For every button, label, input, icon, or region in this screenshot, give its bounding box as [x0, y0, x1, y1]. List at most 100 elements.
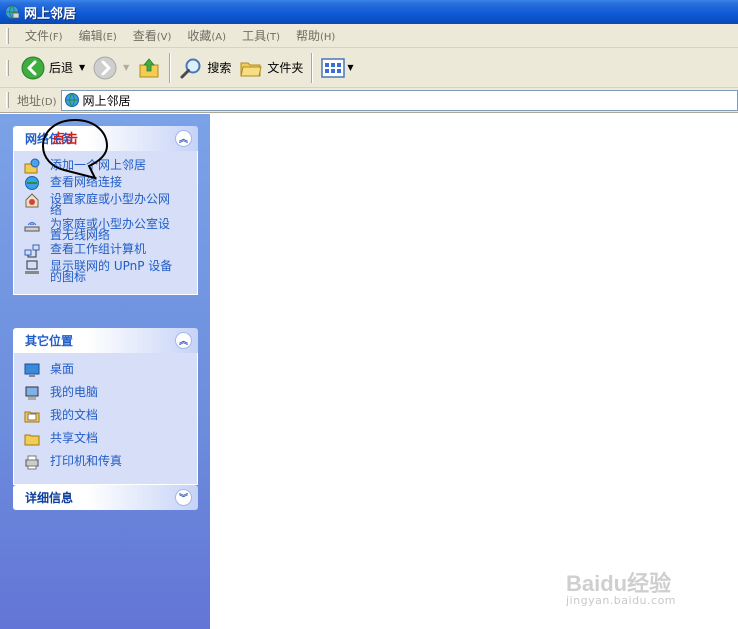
network-tasks-body: 添加一个网上邻居 查看网络连接 设置家庭或小型办公网络 为家庭或小型办公室设置无… [13, 151, 198, 295]
place-my-documents[interactable]: 我的文档 [24, 408, 197, 424]
menu-tools[interactable]: 工具(T) [234, 25, 288, 46]
back-dropdown-arrow-icon[interactable]: ▼ [79, 63, 85, 72]
desktop-icon [24, 363, 40, 377]
task-view-network-connections[interactable]: 查看网络连接 [24, 175, 197, 191]
other-places-body: 桌面 我的电脑 我的文档 共享文档 打印机和传真 [13, 353, 198, 485]
menu-view-label: 查看 [132, 29, 157, 43]
add-network-place-icon [24, 158, 40, 174]
upnp-devices-icon [25, 260, 39, 274]
forward-button[interactable]: ▼ [89, 51, 133, 85]
workgroup-computers-icon [24, 244, 40, 258]
place-label: 打印机和传真 [50, 454, 123, 468]
toolbar-separator [169, 52, 172, 83]
search-icon [180, 58, 201, 78]
menu-edit[interactable]: 编辑(E) [71, 25, 125, 46]
network-places-icon [64, 93, 79, 107]
address-value: 网上邻居 [82, 93, 131, 108]
network-tasks-header[interactable]: 网络任务 ︽ [13, 126, 198, 151]
details-panel: 详细信息 ︾ [13, 485, 198, 510]
back-arrow-icon [21, 56, 45, 79]
address-bar: 地址(D) 网上邻居 [0, 88, 738, 113]
up-button[interactable] [133, 51, 165, 85]
menu-tools-label: 工具 [242, 29, 267, 43]
menu-file-accel: (F) [49, 32, 63, 43]
callout-text: 点击 [52, 132, 79, 147]
task-add-network-place[interactable]: 添加一个网上邻居 [24, 158, 197, 174]
menu-edit-label: 编辑 [78, 29, 103, 43]
task-label: 为家庭或小型办公室设置无线网络 [50, 217, 171, 242]
toolbar: 后退 ▼ ▼ 搜索 文件夹 ▼ [0, 48, 738, 88]
place-label: 我的文档 [50, 408, 99, 422]
my-documents-icon [24, 411, 40, 423]
address-label-text: 地址 [17, 93, 42, 108]
menu-edit-accel: (E) [102, 32, 117, 43]
menu-favorites[interactable]: 收藏(A) [179, 25, 234, 46]
place-shared-documents[interactable]: 共享文档 [24, 431, 197, 447]
menu-tools-accel: (T) [266, 32, 280, 43]
folders-button-label: 文件夹 [267, 61, 304, 75]
address-input[interactable]: 网上邻居 [60, 89, 738, 111]
home-network-setup-icon [25, 193, 39, 208]
menu-view[interactable]: 查看(V) [125, 25, 180, 46]
place-printers-faxes[interactable]: 打印机和传真 [24, 454, 197, 470]
menu-file-label: 文件 [25, 29, 50, 43]
network-places-icon [5, 5, 20, 19]
collapse-chevron-icon[interactable]: ︽ [175, 332, 192, 349]
menu-favorites-accel: (A) [211, 32, 227, 43]
menu-help[interactable]: 帮助(H) [288, 25, 343, 46]
menu-file[interactable]: 文件(F) [17, 25, 71, 46]
place-label: 我的电脑 [50, 385, 99, 399]
toolbar-grip[interactable] [6, 59, 9, 76]
menu-help-label: 帮助 [296, 29, 321, 43]
menu-favorites-label: 收藏 [187, 29, 212, 43]
place-my-computer[interactable]: 我的电脑 [24, 385, 197, 401]
printers-faxes-icon [25, 455, 39, 470]
back-button-label: 后退 [49, 61, 74, 75]
folders-button[interactable]: 文件夹 [235, 51, 307, 85]
back-button[interactable]: 后退 ▼ [17, 51, 89, 85]
task-pane: 网络任务 ︽ 添加一个网上邻居 查看网络连接 设置家庭或小型办公网络 为家庭或小… [0, 114, 210, 629]
network-tasks-panel: 网络任务 ︽ 添加一个网上邻居 查看网络连接 设置家庭或小型办公网络 为家庭或小… [13, 126, 198, 295]
task-label: 查看工作组计算机 [50, 242, 147, 256]
details-header[interactable]: 详细信息 ︾ [13, 485, 198, 510]
task-label: 设置家庭或小型办公网络 [50, 192, 171, 217]
views-dropdown-arrow-icon[interactable]: ▼ [347, 63, 353, 72]
watermark-sub: jingyan.baidu.com [566, 594, 677, 607]
task-label: 查看网络连接 [50, 175, 123, 189]
forward-dropdown-arrow-icon[interactable]: ▼ [123, 63, 129, 72]
watermark: Baidu经验 jingyan.baidu.com [566, 550, 726, 610]
other-places-panel: 其它位置 ︽ 桌面 我的电脑 我的文档 共享文档 打印机和传真 [13, 328, 198, 485]
views-icon [321, 57, 346, 78]
task-label: 添加一个网上邻居 [50, 158, 147, 172]
menu-view-accel: (V) [156, 32, 172, 43]
network-connections-icon [25, 176, 39, 190]
task-setup-wireless-network[interactable]: 为家庭或小型办公室设置无线网络 [24, 217, 197, 242]
folders-icon [240, 62, 262, 76]
address-label: 地址(D) [17, 92, 57, 109]
menu-bar: 文件(F) 编辑(E) 查看(V) 收藏(A) 工具(T) 帮助(H) [0, 24, 738, 48]
menu-grip[interactable] [6, 27, 9, 44]
address-grip[interactable] [6, 92, 9, 108]
place-label: 共享文档 [50, 431, 99, 445]
up-folder-icon [139, 57, 159, 77]
shared-documents-icon [24, 434, 40, 446]
views-button[interactable]: ▼ [317, 51, 357, 85]
title-bar: 网上邻居 [0, 0, 738, 24]
details-title: 详细信息 [25, 491, 74, 505]
collapse-chevron-icon[interactable]: ︽ [175, 130, 192, 147]
other-places-title: 其它位置 [25, 334, 74, 348]
task-label: 显示联网的 UPnP 设备的图标 [50, 259, 173, 284]
task-setup-home-network[interactable]: 设置家庭或小型办公网络 [24, 192, 197, 217]
search-button-label: 搜索 [207, 61, 232, 75]
task-show-upnp-icons[interactable]: 显示联网的 UPnP 设备的图标 [24, 259, 197, 284]
other-places-header[interactable]: 其它位置 ︽ [13, 328, 198, 353]
expand-chevron-icon[interactable]: ︾ [175, 489, 192, 506]
task-view-workgroup-computers[interactable]: 查看工作组计算机 [24, 242, 197, 258]
address-label-accel: (D) [41, 96, 57, 108]
menu-help-accel: (H) [320, 32, 336, 43]
toolbar-separator [311, 52, 314, 83]
place-desktop[interactable]: 桌面 [24, 362, 197, 378]
place-label: 桌面 [50, 362, 75, 376]
window-title: 网上邻居 [24, 6, 77, 22]
search-button[interactable]: 搜索 [175, 51, 235, 85]
